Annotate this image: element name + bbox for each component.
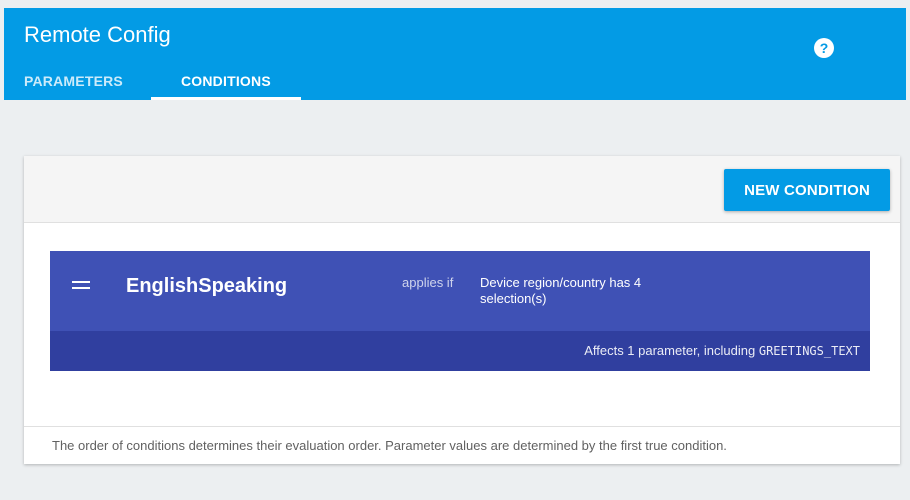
card-toolbar: NEW CONDITION (24, 156, 900, 223)
app-title: Remote Config (24, 22, 171, 47)
condition-summary: EnglishSpeaking applies if Device region… (50, 251, 870, 331)
affected-parameter: GREETINGS_TEXT (758, 344, 860, 358)
condition-item[interactable]: EnglishSpeaking applies if Device region… (50, 251, 870, 371)
condition-affects-bar: Affects 1 parameter, including GREETINGS… (50, 331, 870, 371)
condition-rule: Device region/country has 4 selection(s) (480, 275, 642, 306)
app-header: Remote Config ? PARAMETERS CONDITIONS (4, 8, 906, 100)
tab-conditions[interactable]: CONDITIONS (150, 62, 301, 100)
drag-handle-icon[interactable] (72, 281, 90, 291)
affects-prefix: Affects 1 parameter, including (584, 343, 756, 358)
applies-if-label: applies if (402, 275, 454, 290)
affects-text: Affects 1 parameter, including GREETINGS… (584, 343, 860, 358)
tab-bar: PARAMETERS CONDITIONS (4, 62, 301, 100)
condition-name: EnglishSpeaking (126, 275, 288, 297)
new-condition-button[interactable]: NEW CONDITION (724, 169, 890, 211)
evaluation-order-note: The order of conditions determines their… (24, 426, 900, 464)
conditions-card: NEW CONDITION EnglishSpeaking applies if… (24, 156, 900, 464)
help-icon[interactable]: ? (814, 38, 834, 58)
tab-parameters[interactable]: PARAMETERS (4, 62, 151, 100)
